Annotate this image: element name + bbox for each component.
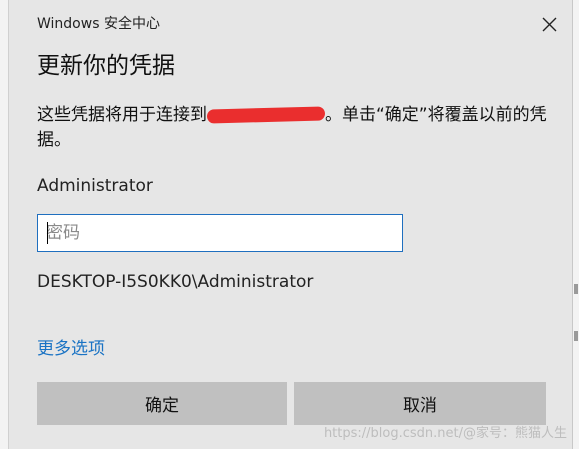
close-icon (542, 17, 556, 31)
app-title: Windows 安全中心 (37, 16, 160, 32)
dialog-message: 这些凭据将用于连接到 。单击“确定”将覆盖以前的凭据。 (37, 103, 562, 153)
username-label: Administrator (37, 176, 153, 196)
watermark-text: https://blog.csdn.net/@家号：熊猫人生 (323, 426, 567, 441)
title-bar: Windows 安全中心 (9, 0, 572, 46)
ok-button[interactable]: 确定 (37, 382, 287, 425)
redaction-mark (206, 106, 326, 124)
credential-dialog: Windows 安全中心 更新你的凭据 这些凭据将用于连接到 。单击“确定”将覆盖… (9, 0, 572, 449)
background-window-left (0, 0, 9, 449)
message-text-start: 这些凭据将用于连接到 (37, 105, 207, 125)
background-window-mark (574, 284, 578, 294)
more-options-link[interactable]: 更多选项 (37, 334, 105, 359)
password-input[interactable] (37, 214, 403, 252)
close-button[interactable] (534, 9, 564, 39)
cancel-button[interactable]: 取消 (294, 382, 546, 425)
dialog-heading: 更新你的凭据 (37, 53, 175, 79)
background-window-right (572, 0, 579, 449)
text-caret (47, 222, 48, 244)
background-window-mark (574, 331, 578, 341)
domain-user-label: DESKTOP-I5S0KK0\Administrator (37, 272, 314, 292)
